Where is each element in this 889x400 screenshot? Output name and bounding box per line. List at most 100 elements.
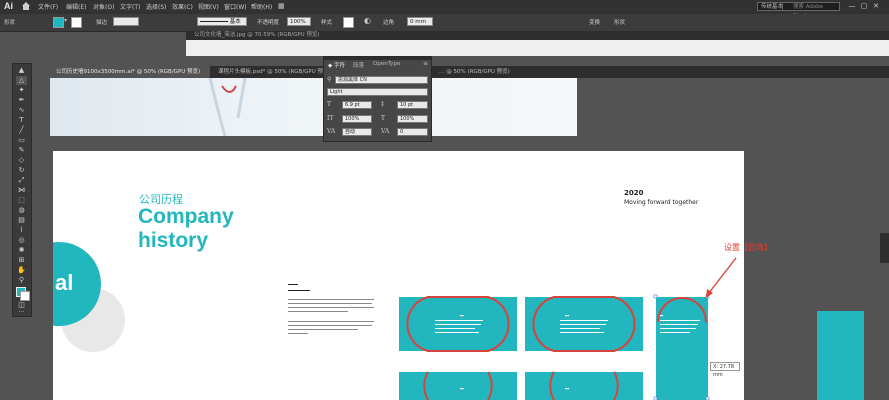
doc-tab-active[interactable]: 公司历史墙9100x3500mm.ai* @ 50% (RGB/GPU 预览) <box>50 66 210 78</box>
pen-tool-icon[interactable]: ✒ <box>16 96 27 105</box>
tracking-field[interactable]: 0 <box>397 128 428 136</box>
close-icon[interactable]: ✕ <box>870 2 882 10</box>
stroke-profile-field[interactable]: 基本 <box>197 17 247 26</box>
character-panel: ◆ 字符 段落 OpenType ≡ ⚲ 思源黑体 CN Light T 6.9… <box>323 56 432 142</box>
type-tool-icon[interactable]: T <box>16 116 27 125</box>
background-document-tab[interactable]: 公司文化墙_简洁.jpg @ 70.59% (RGB/GPU 预览) <box>186 31 889 40</box>
paintbrush-tool-icon[interactable]: ✎ <box>16 146 27 155</box>
control-bar: 形状 ▾ 描边 基本 不透明度 100% 样式 ◐ 边角 0 mm 变换 形状 <box>0 14 889 32</box>
doctor-figure-graphic <box>208 78 247 136</box>
font-size-field[interactable]: 6.9 pt <box>342 101 372 109</box>
big-letter: al <box>55 270 74 295</box>
menu-view[interactable]: 视图(V) <box>198 2 219 11</box>
symbol-sprayer-tool-icon[interactable]: ✺ <box>16 246 27 255</box>
tab-paragraph[interactable]: 段落 <box>353 61 364 69</box>
free-transform-tool-icon[interactable]: ⬚ <box>16 196 27 205</box>
corner-label: 边角 <box>383 20 395 26</box>
body-line <box>288 299 374 301</box>
home-icon[interactable] <box>21 1 31 11</box>
timeline-card <box>525 372 643 400</box>
panel-grip[interactable] <box>324 57 431 60</box>
teal-circle-decoration <box>53 242 125 352</box>
teal-bar-right <box>817 311 864 400</box>
stroke-swatch[interactable] <box>71 17 82 28</box>
corner-radius-field[interactable]: 0 mm <box>407 17 433 26</box>
vertical-scale-icon: IT <box>327 115 334 122</box>
curvature-tool-icon[interactable]: ∿ <box>16 106 27 115</box>
eyedropper-tool-icon[interactable]: ⌇ <box>16 226 27 235</box>
menu-object[interactable]: 对象(O) <box>93 2 114 11</box>
shape-label[interactable]: 形状 <box>614 18 625 26</box>
rotate-tool-icon[interactable]: ↻ <box>16 166 27 175</box>
scale-tool-icon[interactable]: ⤢ <box>16 176 27 185</box>
kerning-field[interactable]: 自动 <box>342 128 372 136</box>
document-tabs: 公司历史墙9100x3500mm.ai* @ 50% (RGB/GPU 预览) … <box>50 66 889 78</box>
stroke-label: 描边 <box>96 20 108 26</box>
leading-icon: ‡ <box>381 101 384 108</box>
body-line <box>288 284 298 286</box>
window-controls: — ▢ ✕ <box>846 2 882 10</box>
body-line <box>288 329 358 331</box>
body-line <box>288 303 372 305</box>
menu-bar: Ai 文件(F) 编辑(E) 对象(O) 文字(T) 选择(S) 效果(C) 视… <box>0 0 889 19</box>
width-tool-icon[interactable]: ⋈ <box>16 186 27 195</box>
menu-type[interactable]: 文字(T) <box>120 2 140 11</box>
recolor-icon[interactable]: ◐ <box>364 16 374 26</box>
maximize-icon[interactable]: ▢ <box>858 2 870 10</box>
arrange-documents-icon[interactable]: ▦ <box>278 2 288 11</box>
tab-character-label: 字符 <box>333 63 345 69</box>
body-line <box>288 333 308 335</box>
fill-swatch[interactable] <box>53 17 64 28</box>
vertical-scale-field[interactable]: 100% <box>342 115 372 123</box>
direct-selection-tool-icon[interactable]: △ <box>16 76 27 85</box>
hand-tool-icon[interactable]: ✋ <box>16 266 27 275</box>
eraser-tool-icon[interactable]: ◇ <box>16 156 27 165</box>
magic-wand-tool-icon[interactable]: ✦ <box>16 86 27 95</box>
annotation-label: 设置【圆角】 <box>724 243 772 252</box>
right-panel-collapse[interactable] <box>880 233 889 263</box>
gradient-tool-icon[interactable]: ▤ <box>16 216 27 225</box>
tab-character[interactable]: ◆ 字符 <box>328 61 345 69</box>
year-label: 2020 <box>624 189 644 197</box>
artboard-tool-icon[interactable]: ⊞ <box>16 256 27 265</box>
timeline-card-selected <box>656 297 708 400</box>
minimize-icon[interactable]: — <box>846 2 858 10</box>
coordinate-readout: X: 27.78 mm <box>710 362 740 378</box>
zoom-tool-icon[interactable]: ⚲ <box>16 276 27 285</box>
annotation-arrow <box>706 257 737 298</box>
transform-label[interactable]: 变换 <box>589 18 600 26</box>
app-logo: Ai <box>4 1 13 11</box>
tools-panel: ▲ △ ✦ ✒ ∿ T ╱ ▭ ✎ ◇ ↻ ⤢ ⋈ ⬚ ◍ ▤ ⌇ ◎ ✺ ⊞ … <box>12 63 32 317</box>
selection-tool-icon[interactable]: ▲ <box>16 66 27 75</box>
leading-field[interactable]: 10 pt <box>397 101 428 109</box>
menu-help[interactable]: 帮助(H) <box>251 2 272 11</box>
graphic-style-swatch[interactable] <box>343 17 354 28</box>
fill-dropdown-icon[interactable]: ▾ <box>64 17 67 24</box>
stock-search-input[interactable]: 搜索 Adobe Stock <box>782 2 840 19</box>
stroke-color-icon[interactable] <box>20 291 30 301</box>
horizontal-scale-field[interactable]: 100% <box>397 115 428 123</box>
shape-builder-tool-icon[interactable]: ◍ <box>16 206 27 215</box>
menu-select[interactable]: 选择(S) <box>146 2 167 11</box>
menu-effect[interactable]: 效果(C) <box>172 2 193 11</box>
timeline-cards[interactable] <box>390 290 720 400</box>
font-style-field[interactable]: Light <box>327 88 428 96</box>
tab-opentype[interactable]: OpenType <box>373 61 400 67</box>
more-tools-icon[interactable]: ··· <box>16 308 27 317</box>
subtitle: Moving forward together <box>624 199 699 206</box>
line-tool-icon[interactable]: ╱ <box>16 126 27 135</box>
opacity-field[interactable]: 100% <box>287 17 311 26</box>
menu-file[interactable]: 文件(F) <box>38 2 58 11</box>
font-family-field[interactable]: 思源黑体 CN <box>335 76 428 84</box>
rectangle-tool-icon[interactable]: ▭ <box>16 136 27 145</box>
menu-edit[interactable]: 编辑(E) <box>66 2 86 11</box>
panel-menu-icon[interactable]: ≡ <box>423 60 428 67</box>
stroke-weight-field[interactable] <box>113 17 139 26</box>
body-text-block <box>288 284 378 344</box>
blend-tool-icon[interactable]: ◎ <box>16 236 27 245</box>
menu-window[interactable]: 窗口(W) <box>224 2 247 11</box>
doc-tab-other[interactable]: … @ 50% (RGB/GPU 预览) <box>433 66 513 78</box>
background-document <box>186 40 889 56</box>
en-title-line-1: Company <box>138 205 234 228</box>
en-title-line-2: history <box>138 229 209 252</box>
